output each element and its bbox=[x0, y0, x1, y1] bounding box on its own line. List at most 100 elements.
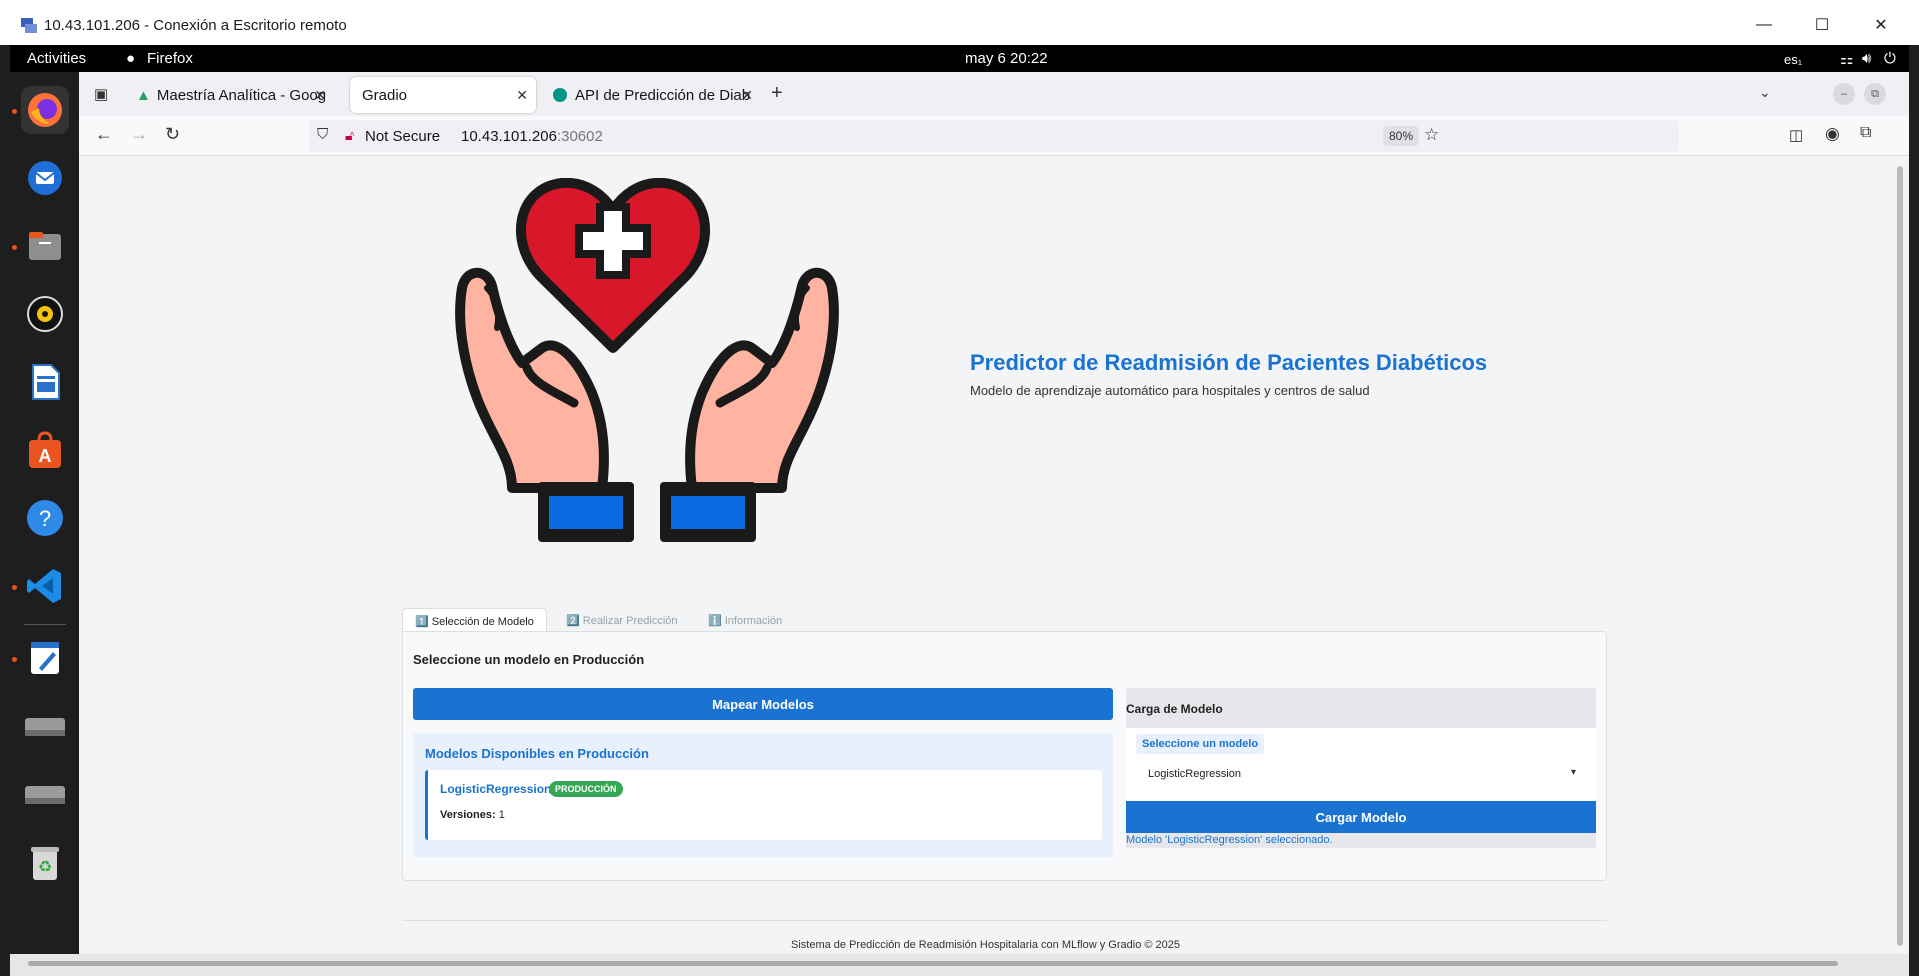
model-selection-panel: Seleccione un modelo en Producción Mapea… bbox=[402, 631, 1607, 881]
load-model-button[interactable]: Cargar Modelo bbox=[1126, 801, 1596, 833]
svg-text:?: ? bbox=[39, 506, 51, 531]
load-status-text: Modelo 'LogisticRegression' seleccionado… bbox=[1126, 834, 1333, 846]
available-models-box: Modelos Disponibles en Producción Logist… bbox=[413, 733, 1113, 857]
security-label[interactable]: Not Secure bbox=[365, 128, 440, 145]
help-icon[interactable]: ? bbox=[21, 494, 69, 542]
window-title: 10.43.101.206 - Conexión a Escritorio re… bbox=[44, 17, 347, 34]
url-text[interactable]: 10.43.101.206:30602 bbox=[461, 128, 603, 145]
model-dropdown-wrap: Seleccione un modelo LogisticRegression … bbox=[1126, 728, 1596, 800]
load-header: Carga de Modelo bbox=[1126, 688, 1596, 728]
map-models-button[interactable]: Mapear Modelos bbox=[413, 688, 1113, 720]
browser-nav-bar: ← → ↻ ⛉ 🔓︎ Not Secure 10.43.101.206:3060… bbox=[79, 116, 1909, 156]
close-tab-icon[interactable]: ✕ bbox=[516, 87, 528, 104]
tab-seleccion-modelo[interactable]: 1️⃣ Selección de Modelo bbox=[402, 608, 547, 632]
load-title: Carga de Modelo bbox=[1126, 702, 1223, 716]
close-tab-icon[interactable]: ✕ bbox=[314, 87, 326, 104]
minimize-button[interactable]: — bbox=[1744, 10, 1784, 40]
model-dropdown[interactable]: LogisticRegression ▾ bbox=[1136, 762, 1586, 788]
rhythmbox-icon[interactable] bbox=[21, 290, 69, 338]
fastapi-icon bbox=[553, 88, 567, 102]
scrollbar-thumb[interactable] bbox=[28, 961, 1838, 966]
files-icon[interactable] bbox=[21, 222, 69, 270]
firefox-icon[interactable] bbox=[21, 86, 69, 134]
libreoffice-writer-icon[interactable] bbox=[21, 358, 69, 406]
model-load-box: Carga de Modelo Seleccione un modelo Log… bbox=[1126, 688, 1596, 848]
svg-text:A: A bbox=[39, 446, 52, 466]
clock[interactable]: may 6 20:22 bbox=[965, 50, 1048, 67]
insecure-lock-icon[interactable]: 🔓︎ bbox=[345, 127, 354, 144]
tab-gradio[interactable]: Gradio ✕ bbox=[350, 77, 536, 113]
running-indicator bbox=[12, 657, 17, 662]
footer-text: Sistema de Predicción de Readmisión Hosp… bbox=[790, 939, 1181, 951]
back-icon[interactable]: ← bbox=[95, 124, 113, 145]
tracking-protection-icon[interactable]: ⛉ bbox=[317, 126, 328, 143]
text-editor-icon[interactable] bbox=[21, 634, 69, 682]
volume-icon[interactable]: 🔊︎ bbox=[1862, 50, 1871, 67]
tab-label: Gradio bbox=[362, 86, 408, 104]
new-tab-button[interactable]: + bbox=[771, 82, 783, 105]
tab-label: API de Predicción de Diab bbox=[575, 86, 751, 104]
browser-tab-strip: ▣ ▲ Maestría Analítica - Goog ✕ Gradio ✕… bbox=[79, 72, 1909, 116]
horizontal-scrollbar[interactable] bbox=[10, 954, 1909, 976]
reload-icon[interactable]: ↻ bbox=[165, 124, 180, 145]
model-card: LogisticRegression PRODUCCIÓN Versiones:… bbox=[425, 770, 1102, 840]
app-menu[interactable]: Firefox bbox=[147, 50, 193, 67]
heart-hands-logo bbox=[455, 178, 839, 542]
url-bar[interactable]: ⛉ 🔓︎ Not Secure 10.43.101.206:30602 80% … bbox=[309, 120, 1679, 152]
zoom-indicator[interactable]: 80% bbox=[1383, 126, 1420, 146]
tab-fastapi[interactable]: API de Predicción de Diab ✕ bbox=[541, 77, 761, 113]
app-center-icon[interactable]: A bbox=[21, 426, 69, 474]
model-versions: Versiones: 1 bbox=[440, 809, 505, 821]
chevron-down-icon[interactable]: ▾ bbox=[1571, 767, 1576, 778]
window-restore-button[interactable]: ⧉ bbox=[1864, 83, 1886, 105]
firefox-view-icon[interactable]: ▣ bbox=[94, 85, 108, 103]
footer-divider bbox=[402, 920, 1607, 921]
firefox-app-icon: ● bbox=[126, 50, 136, 67]
account-icon[interactable]: ◉ bbox=[1825, 124, 1840, 144]
forward-icon[interactable]: → bbox=[130, 124, 148, 145]
list-all-tabs-icon[interactable]: ⌄ bbox=[1759, 84, 1771, 101]
remote-desktop-icon bbox=[21, 18, 37, 33]
pocket-icon[interactable]: ◫ bbox=[1789, 126, 1803, 144]
tab-realizar-prediccion[interactable]: 2️⃣ Realizar Predicción bbox=[554, 608, 690, 632]
running-indicator bbox=[12, 585, 17, 590]
rdp-title-bar: 10.43.101.206 - Conexión a Escritorio re… bbox=[0, 0, 1919, 45]
versions-value: 1 bbox=[498, 809, 505, 821]
keyboard-layout[interactable]: es₁ bbox=[1784, 52, 1802, 67]
trash-icon[interactable]: ♻ bbox=[21, 838, 69, 886]
power-icon[interactable]: ⏻ bbox=[1884, 50, 1896, 67]
activities-button[interactable]: Activities bbox=[27, 50, 86, 67]
extensions-icon[interactable]: ⧉ bbox=[1860, 124, 1871, 142]
google-drive-icon: ▲ bbox=[136, 86, 151, 104]
page-title: Predictor de Readmisión de Pacientes Dia… bbox=[970, 350, 1488, 375]
tab-google-drive[interactable]: ▲ Maestría Analítica - Goog ✕ bbox=[124, 77, 334, 113]
window-minimize-button[interactable]: – bbox=[1833, 83, 1855, 105]
vertical-scrollbar[interactable] bbox=[1892, 156, 1909, 954]
tab-informacion[interactable]: ℹ️ Información bbox=[696, 608, 794, 632]
bookmark-star-icon[interactable]: ☆ bbox=[1424, 125, 1439, 145]
available-models-title: Modelos Disponibles en Producción bbox=[425, 746, 649, 761]
running-indicator bbox=[12, 245, 17, 250]
scrollbar-thumb[interactable] bbox=[1897, 166, 1903, 946]
maximize-button[interactable]: ☐ bbox=[1802, 10, 1842, 40]
drive-icon[interactable] bbox=[21, 770, 69, 818]
dock-separator bbox=[24, 624, 66, 625]
gnome-top-bar: Activities ● Firefox may 6 20:22 es₁ ⚏ 🔊… bbox=[10, 45, 1909, 72]
dock: A ? ♻ bbox=[10, 72, 79, 954]
tab-label: Maestría Analítica - Goog bbox=[156, 86, 327, 104]
close-tab-icon[interactable]: ✕ bbox=[741, 87, 753, 104]
thunderbird-icon[interactable] bbox=[21, 154, 69, 202]
drive-icon[interactable] bbox=[21, 702, 69, 750]
svg-text:♻: ♻ bbox=[38, 857, 52, 876]
network-icon[interactable]: ⚏ bbox=[1840, 50, 1853, 68]
vscode-icon[interactable] bbox=[21, 562, 69, 610]
model-name: LogisticRegression bbox=[440, 782, 552, 796]
dropdown-value: LogisticRegression bbox=[1148, 768, 1241, 780]
gradio-page: Predictor de Readmisión de Pacientes Dia… bbox=[79, 156, 1892, 954]
dropdown-label: Seleccione un modelo bbox=[1136, 734, 1265, 754]
running-indicator bbox=[12, 109, 17, 114]
page-subtitle: Modelo de aprendizaje automático para ho… bbox=[970, 383, 1370, 398]
close-button[interactable]: ✕ bbox=[1861, 10, 1901, 40]
versions-label: Versiones: bbox=[440, 809, 496, 821]
section-heading: Seleccione un modelo en Producción bbox=[413, 652, 645, 667]
